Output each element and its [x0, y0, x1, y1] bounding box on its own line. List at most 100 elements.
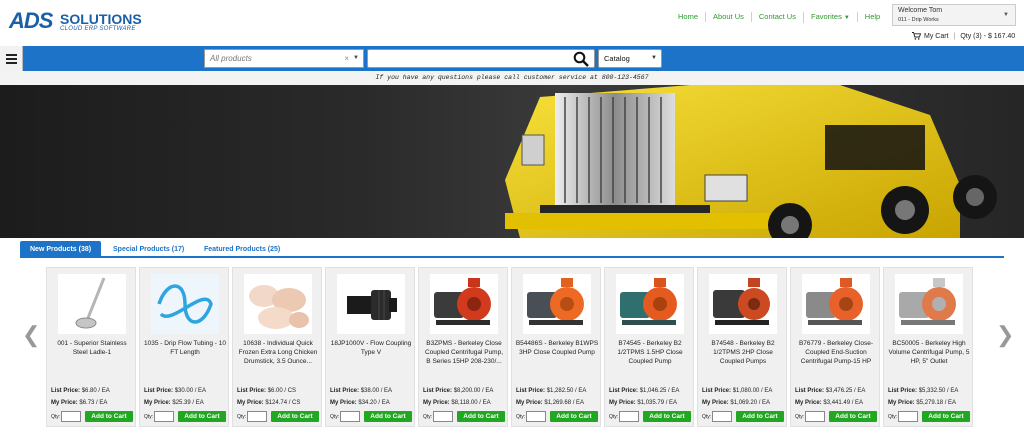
qty-label: Qty:: [423, 414, 433, 420]
product-title[interactable]: 18JP1000V - Flow Coupling Type V: [329, 339, 413, 385]
welcome-text: Welcome Tom: [898, 7, 943, 14]
my-price-label: My Price:: [516, 400, 543, 406]
product-title[interactable]: 10638 - Individual Quick Frozen Extra Lo…: [236, 339, 320, 385]
product-card[interactable]: B3ZPMS - Berkeley Close Coupled Centrifu…: [418, 267, 508, 427]
add-to-cart-button[interactable]: Add to Cart: [829, 411, 877, 422]
account-dropdown[interactable]: Welcome Tom 011 - Drip Works ▼: [892, 4, 1016, 26]
search-input[interactable]: [372, 52, 567, 69]
flow-coupling-image[interactable]: [337, 274, 405, 334]
tab-featured-products[interactable]: Featured Products (25): [194, 241, 290, 258]
chicken-drumstick-image[interactable]: [244, 274, 312, 334]
hamburger-menu-button[interactable]: [0, 46, 23, 71]
category-select[interactable]: All products × ▼: [204, 49, 364, 68]
product-title[interactable]: 001 - Superior Stainless Steel Ladle-1: [50, 339, 134, 385]
quantity-input[interactable]: [712, 411, 732, 422]
my-price: My Price: $25.39 / EA: [144, 400, 204, 406]
my-price-label: My Price:: [237, 400, 264, 406]
nav-favorites-menu[interactable]: Favorites ▼: [802, 11, 857, 23]
logo-tagline: CLOUD ERP SOFTWARE: [60, 26, 136, 32]
add-to-cart-button[interactable]: Add to Cart: [643, 411, 691, 422]
quantity-input[interactable]: [898, 411, 918, 422]
chevron-down-icon[interactable]: ▼: [353, 55, 359, 61]
menu-line: [6, 62, 17, 64]
quantity-input[interactable]: [526, 411, 546, 422]
add-to-cart-button[interactable]: Add to Cart: [922, 411, 970, 422]
nav-about-link[interactable]: About Us: [705, 12, 751, 22]
product-title[interactable]: B54486S - Berkeley B1WPS 3HP Close Coupl…: [515, 339, 599, 385]
end-suction-pump-image[interactable]: [802, 274, 870, 334]
list-price: List Price: $3,476.25 / EA: [795, 388, 865, 394]
quantity-input[interactable]: [433, 411, 453, 422]
my-price-value: $5,279.18 / EA: [916, 400, 957, 406]
list-price-label: List Price:: [423, 388, 453, 394]
list-price: List Price: $6.80 / EA: [51, 388, 110, 394]
product-card[interactable]: 1035 - Drip Flow Tubing - 10 FT Length L…: [139, 267, 229, 427]
add-to-cart-button[interactable]: Add to Cart: [271, 411, 319, 422]
nav-help-link[interactable]: Help: [856, 12, 887, 22]
nav-home-link[interactable]: Home: [671, 12, 705, 22]
product-carousel: ❮ ❯ 001 - Superior Stainless Steel Ladle…: [0, 262, 1024, 430]
my-price-value: $1,069.20 / EA: [730, 400, 771, 406]
list-price-label: List Price:: [144, 388, 174, 394]
my-price-label: My Price:: [423, 400, 450, 406]
my-price-value: $8,118.00 / EA: [451, 400, 491, 406]
product-title[interactable]: BC50005 - Berkeley High Volume Centrifug…: [887, 339, 971, 385]
quantity-input[interactable]: [619, 411, 639, 422]
quantity-input[interactable]: [154, 411, 174, 422]
qty-label: Qty:: [516, 414, 526, 420]
list-price: List Price: $38.00 / EA: [330, 388, 392, 394]
ads-solutions-logo[interactable]: ADS SOLUTIONS CLOUD ERP SOFTWARE: [9, 8, 142, 34]
cart-divider: |: [953, 32, 956, 40]
product-card[interactable]: 001 - Superior Stainless Steel Ladle-1 L…: [46, 267, 136, 427]
quantity-input[interactable]: [247, 411, 267, 422]
tab-new-products[interactable]: New Products (38): [20, 241, 102, 258]
search-field[interactable]: [367, 49, 595, 69]
close-coupled-pump-image[interactable]: [616, 274, 684, 334]
quantity-input[interactable]: [340, 411, 360, 422]
product-card[interactable]: B74545 - Berkeley B2 1/2TPMS 1.5HP Close…: [604, 267, 694, 427]
tab-special-products[interactable]: Special Products (17): [103, 241, 194, 258]
carousel-next-arrow-icon[interactable]: ❯: [996, 322, 1014, 348]
clear-icon[interactable]: ×: [344, 54, 349, 63]
product-title[interactable]: B3ZPMS - Berkeley Close Coupled Centrifu…: [422, 339, 506, 385]
product-title[interactable]: B74548 - Berkeley B2 1/2TPMS 2HP Close C…: [701, 339, 785, 385]
add-to-cart-button[interactable]: Add to Cart: [178, 411, 226, 422]
add-to-cart-button[interactable]: Add to Cart: [364, 411, 412, 422]
product-card[interactable]: BC50005 - Berkeley High Volume Centrifug…: [883, 267, 973, 427]
product-card[interactable]: 10638 - Individual Quick Frozen Extra Lo…: [232, 267, 322, 427]
list-price-label: List Price:: [237, 388, 267, 394]
list-price-label: List Price:: [516, 388, 546, 394]
product-title[interactable]: 1035 - Drip Flow Tubing - 10 FT Length: [143, 339, 227, 385]
nav-favorites-label: Favorites: [810, 11, 842, 21]
drip-tubing-image[interactable]: [151, 274, 219, 334]
quantity-input[interactable]: [805, 411, 825, 422]
close-coupled-pump-image[interactable]: [709, 274, 777, 334]
centrifugal-pump-image[interactable]: [430, 274, 498, 334]
qty-label: Qty:: [702, 414, 712, 420]
my-price: My Price: $1,269.68 / EA: [516, 400, 584, 406]
add-to-cart-button[interactable]: Add to Cart: [85, 411, 133, 422]
my-price-value: $1,035.79 / EA: [637, 400, 678, 406]
product-title[interactable]: B76779 - Berkeley Close-Coupled End-Suct…: [794, 339, 878, 385]
chevron-down-icon: ▼: [843, 14, 850, 21]
nav-contact-link[interactable]: Contact Us: [750, 12, 803, 22]
list-price: List Price: $1,282.50 / EA: [516, 388, 586, 394]
product-card[interactable]: B76779 - Berkeley Close-Coupled End-Suct…: [790, 267, 880, 427]
search-icon[interactable]: [573, 51, 590, 72]
quantity-input[interactable]: [61, 411, 81, 422]
ladle-image[interactable]: [58, 274, 126, 334]
product-title[interactable]: B74545 - Berkeley B2 1/2TPMS 1.5HP Close…: [608, 339, 692, 385]
close-coupled-pump-image[interactable]: [523, 274, 591, 334]
cart-summary[interactable]: My Cart | Qty (3) - $ 167.40: [912, 31, 1015, 41]
my-cart-link[interactable]: My Cart: [924, 33, 949, 40]
customer-service-notice: If you have any questions please call cu…: [0, 71, 1024, 85]
add-to-cart-button[interactable]: Add to Cart: [457, 411, 505, 422]
carousel-prev-arrow-icon[interactable]: ❮: [22, 322, 40, 348]
add-to-cart-button[interactable]: Add to Cart: [736, 411, 784, 422]
product-card[interactable]: B54486S - Berkeley B1WPS 3HP Close Coupl…: [511, 267, 601, 427]
add-to-cart-button[interactable]: Add to Cart: [550, 411, 598, 422]
product-card[interactable]: 18JP1000V - Flow Coupling Type V List Pr…: [325, 267, 415, 427]
product-card[interactable]: B74548 - Berkeley B2 1/2TPMS 2HP Close C…: [697, 267, 787, 427]
high-volume-pump-image[interactable]: [895, 274, 963, 334]
catalog-select[interactable]: Catalog ▼: [598, 49, 662, 68]
